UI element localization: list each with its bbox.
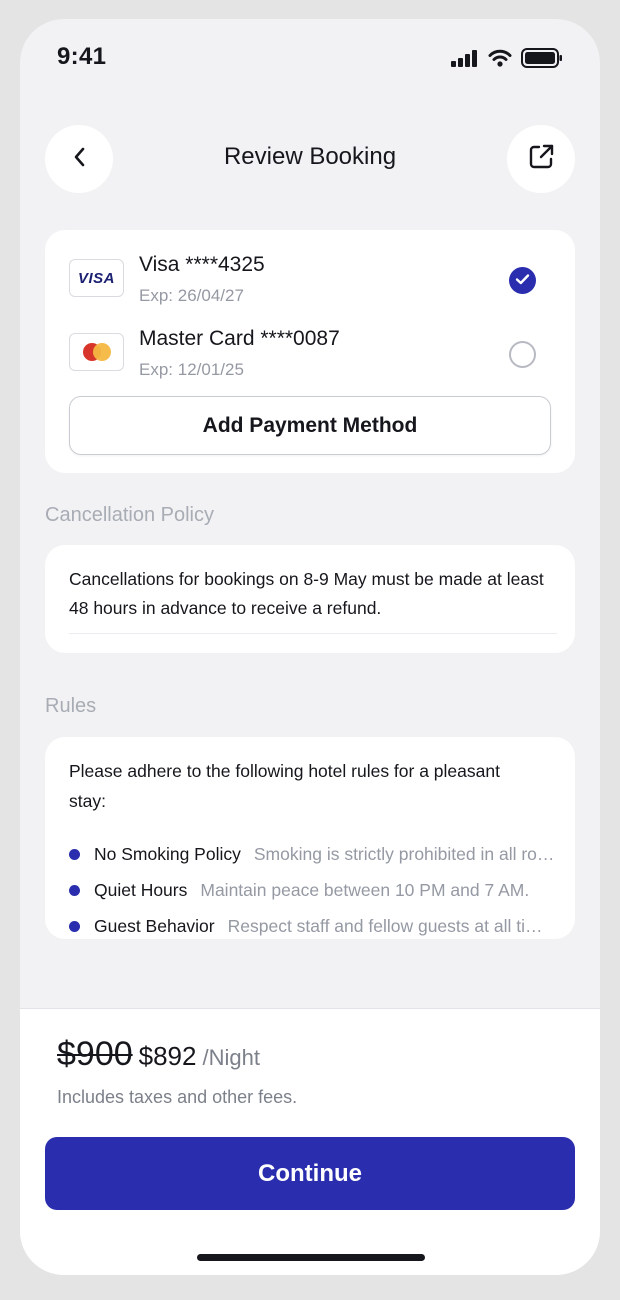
status-icons bbox=[451, 48, 563, 73]
add-payment-method-button[interactable]: Add Payment Method bbox=[69, 396, 551, 455]
rule-title: Guest Behavior bbox=[94, 915, 215, 936]
visa-logo-icon: VISA bbox=[69, 259, 124, 297]
payment-option-visa[interactable]: VISA Visa ****4325 Exp: 26/04/27 bbox=[45, 250, 575, 310]
bullet-icon bbox=[69, 848, 80, 860]
rules-label: Rules bbox=[45, 695, 97, 717]
rule-description: Respect staff and fellow guests at all t… bbox=[227, 915, 557, 936]
share-button[interactable] bbox=[507, 125, 575, 193]
price-row: $900 $892 /Night bbox=[57, 1035, 260, 1074]
rule-item[interactable]: No Smoking Policy Smoking is strictly pr… bbox=[69, 841, 557, 867]
rules-intro: Please adhere to the following hotel rul… bbox=[69, 761, 500, 811]
cancellation-policy-text: Cancellations for bookings on 8-9 May mu… bbox=[69, 569, 544, 618]
rule-title: No Smoking Policy bbox=[94, 843, 241, 864]
cancellation-policy-card: Cancellations for bookings on 8-9 May mu… bbox=[45, 545, 575, 653]
radio-unselected[interactable] bbox=[509, 341, 536, 368]
card-expiry: Exp: 26/04/27 bbox=[139, 286, 244, 305]
status-time: 9:41 bbox=[57, 43, 107, 70]
rule-description: Smoking is strictly prohibited in all ro… bbox=[253, 843, 557, 864]
phone-screen: 9:41 Review Booking VISA Visa ****4325 E… bbox=[20, 19, 600, 1275]
share-icon bbox=[526, 142, 556, 177]
mastercard-logo-icon bbox=[69, 333, 124, 371]
bullet-icon bbox=[69, 884, 80, 896]
checkmark-icon bbox=[515, 272, 530, 290]
rule-description: Maintain peace between 10 PM and 7 AM. bbox=[200, 879, 530, 900]
radio-selected[interactable] bbox=[509, 267, 536, 294]
payment-methods-card: VISA Visa ****4325 Exp: 26/04/27 Master … bbox=[45, 230, 575, 473]
rule-item[interactable]: Quiet Hours Maintain peace between 10 PM… bbox=[69, 877, 557, 903]
rule-item[interactable]: Guest Behavior Respect staff and fellow … bbox=[69, 913, 557, 939]
visa-logo-text: VISA bbox=[77, 269, 115, 287]
bullet-icon bbox=[69, 920, 80, 932]
checkout-panel: $900 $892 /Night Includes taxes and othe… bbox=[20, 1008, 600, 1275]
rule-title: Quiet Hours bbox=[94, 879, 188, 900]
original-price: $900 bbox=[57, 1035, 133, 1073]
payment-option-mastercard[interactable]: Master Card ****0087 Exp: 12/01/25 bbox=[45, 324, 575, 384]
battery-icon bbox=[521, 48, 563, 73]
status-bar: 9:41 bbox=[20, 19, 600, 99]
tax-note: Includes taxes and other fees. bbox=[57, 1087, 298, 1107]
divider bbox=[69, 633, 557, 634]
card-name: Visa ****4325 bbox=[139, 253, 265, 276]
cancellation-policy-label: Cancellation Policy bbox=[45, 504, 214, 526]
continue-button[interactable]: Continue bbox=[45, 1137, 575, 1210]
signal-icon bbox=[451, 49, 479, 72]
rules-card: Please adhere to the following hotel rul… bbox=[45, 737, 575, 939]
discounted-price: $892 bbox=[138, 1041, 197, 1071]
card-expiry: Exp: 12/01/25 bbox=[139, 360, 244, 379]
price-unit: /Night bbox=[202, 1045, 260, 1070]
home-indicator bbox=[197, 1254, 425, 1261]
wifi-icon bbox=[488, 49, 512, 72]
card-name: Master Card ****0087 bbox=[139, 327, 340, 350]
